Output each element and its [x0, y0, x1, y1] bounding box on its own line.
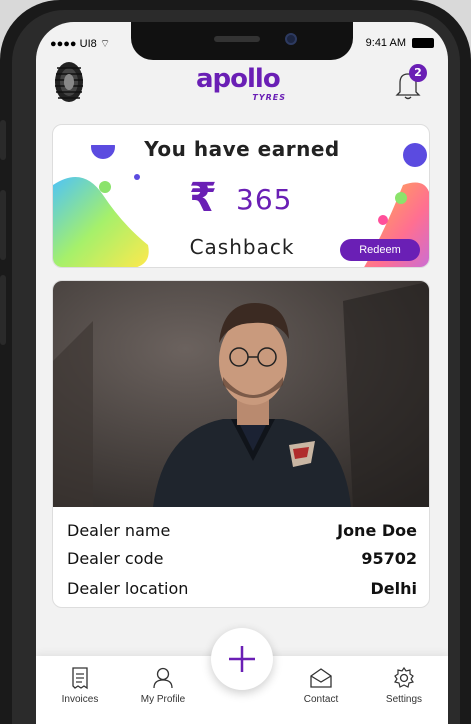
cashback-card: You have earned ₹ 365 Cashback Redeem: [52, 124, 430, 268]
apollo-logo: apollo TYRES: [196, 66, 290, 102]
logo-text: apollo: [196, 64, 281, 94]
nav-invoices[interactable]: Invoices: [45, 666, 115, 705]
signal-icon: ●●●●: [50, 38, 77, 50]
logo-subtext: TYRES: [252, 93, 286, 102]
dealer-profile-card: Dealer name Jone Doe Dealer code 95702 D…: [52, 280, 430, 608]
receipt-icon: [72, 667, 88, 690]
dealer-code-row: Dealer code 95702: [67, 549, 417, 568]
front-camera: [285, 33, 297, 45]
wifi-icon: ⌔: [99, 38, 111, 50]
nav-settings-label: Settings: [385, 694, 423, 705]
dealer-code-value: 95702: [361, 549, 417, 568]
dealer-location-row: Dealer location Delhi: [67, 579, 417, 598]
tyre-icon[interactable]: [52, 60, 86, 104]
cashback-title: You have earned: [144, 137, 340, 161]
carrier-label: UI8: [79, 38, 97, 50]
mute-switch: [0, 120, 6, 160]
nav-my-profile-label: My Profile: [140, 694, 186, 705]
user-icon: [153, 667, 173, 689]
add-button[interactable]: [211, 628, 273, 690]
nav-contact-label: Contact: [303, 694, 339, 705]
volume-up-button: [0, 190, 6, 260]
dealer-name-row: Dealer name Jone Doe: [67, 521, 417, 540]
mail-open-icon: [310, 668, 332, 688]
status-right: 9:41 AM: [366, 37, 434, 49]
nav-contact[interactable]: Contact: [286, 666, 356, 705]
cashback-amount: 365: [236, 183, 293, 216]
nav-invoices-label: Invoices: [61, 694, 99, 705]
dealer-name-value: Jone Doe: [337, 521, 417, 540]
rupee-icon: ₹: [189, 175, 217, 221]
app-screen: ●●●● UI8 ⌔ 9:41 AM apollo TYRES 2 You ha…: [36, 22, 448, 724]
volume-down-button: [0, 275, 6, 345]
nav-settings[interactable]: Settings: [369, 666, 439, 705]
dealer-name-label: Dealer name: [67, 521, 171, 540]
status-time: 9:41 AM: [365, 37, 406, 49]
dealer-code-label: Dealer code: [67, 549, 164, 568]
redeem-button[interactable]: Redeem: [340, 239, 420, 261]
notification-badge: 2: [409, 64, 427, 82]
nav-my-profile[interactable]: My Profile: [128, 666, 198, 705]
speaker: [214, 36, 260, 42]
status-carrier: ●●●● UI8 ⌔: [50, 37, 110, 51]
plus-icon: [229, 646, 255, 672]
app-header: apollo TYRES 2: [36, 60, 448, 106]
dealer-photo: [53, 281, 429, 507]
battery-icon: [412, 38, 434, 48]
notch: [131, 22, 353, 60]
dealer-location-value: Delhi: [370, 579, 418, 598]
gear-icon: [394, 666, 414, 688]
dealer-location-label: Dealer location: [67, 579, 189, 598]
